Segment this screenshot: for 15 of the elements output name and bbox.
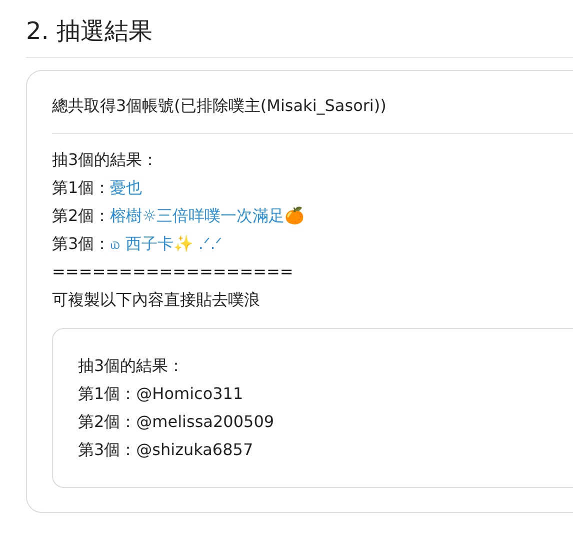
winner-label: 第1個： <box>52 178 110 197</box>
winner-link[interactable]: ௰ 西子卡✨ .ᐟ.ᐟ <box>110 234 222 253</box>
winner-link[interactable]: 憂也 <box>110 178 142 197</box>
section-heading: 2. 抽選結果 <box>26 16 154 47</box>
winner-label: 第3個： <box>52 234 110 253</box>
summary-text: 總共取得3個帳號(已排除噗主(Misaki_Sasori)) <box>52 93 573 134</box>
divider-text: ================== <box>52 261 294 283</box>
copy-line: 第3個：@shizuka6857 <box>78 439 254 461</box>
result-title: 抽3個的結果： <box>52 149 160 171</box>
copy-line: 第2個：@melissa200509 <box>78 411 276 433</box>
copy-line: 抽3個的結果： <box>78 355 186 377</box>
winner-label: 第2個： <box>52 206 110 225</box>
winner-link[interactable]: 榕樹☼三倍咩噗一次滿足🍊 <box>110 206 305 225</box>
copy-line: 第1個：@Homico311 <box>78 383 244 405</box>
copy-hint: 可複製以下內容直接貼去噗浪 <box>52 289 261 311</box>
